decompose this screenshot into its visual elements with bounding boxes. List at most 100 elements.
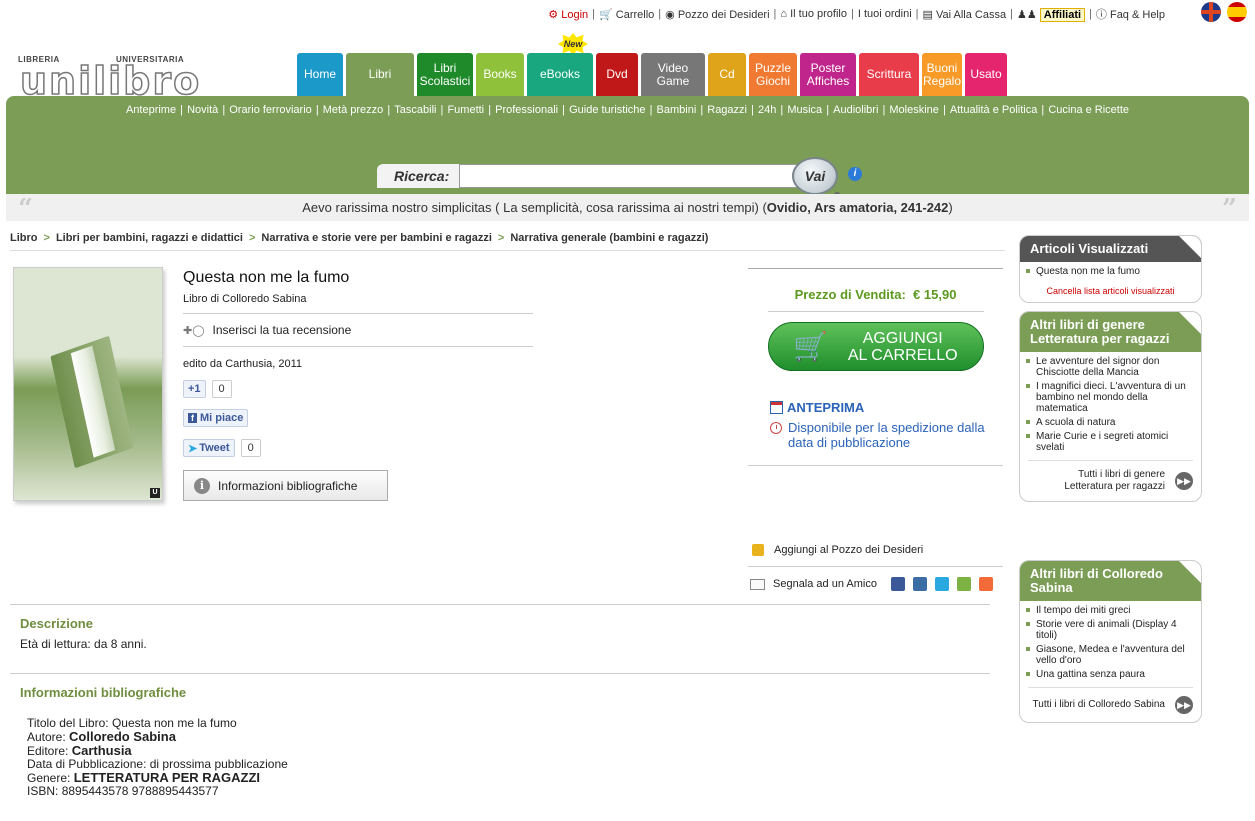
viewed-items-heading: Articoli Visualizzati <box>1020 236 1201 262</box>
publisher-line: edito da Carthusia, 2011 <box>183 358 303 370</box>
google-share-icon[interactable] <box>956 577 971 591</box>
book-cover[interactable]: U <box>13 267 163 501</box>
breadcrumb-narrativa-storie[interactable]: Narrativa e storie vere per bambini e ra… <box>261 232 492 244</box>
delicious-share-icon[interactable] <box>912 577 927 591</box>
subnav-item[interactable]: Tascabili <box>394 104 436 116</box>
subnav-item[interactable]: Orario ferroviario <box>229 104 312 116</box>
cart-add-icon: 🛒 <box>793 330 828 362</box>
subnav-separator: | <box>312 104 322 116</box>
subnav-item[interactable]: Audiolibri <box>833 104 878 116</box>
list-item[interactable]: Marie Curie e i segreti atomici svelati <box>1026 431 1193 453</box>
description-text: Età di lettura: da 8 anni. <box>20 637 147 651</box>
tab-dvd[interactable]: Dvd <box>596 53 638 96</box>
checkout-label: Vai Alla Cassa <box>936 8 1007 21</box>
subnav-item[interactable]: Metà prezzo <box>323 104 384 116</box>
subnav-item[interactable]: 24h <box>758 104 776 116</box>
list-item[interactable]: Il tempo dei miti greci <box>1026 605 1193 616</box>
tab-books[interactable]: Books <box>476 53 524 96</box>
bibliographic-info-button[interactable]: i Informazioni bibliografiche <box>183 470 388 501</box>
list-item[interactable]: Questa non me la fumo <box>1026 266 1193 277</box>
tweet-button[interactable]: ➤ Tweet <box>183 439 235 457</box>
orders-link[interactable]: I tuoi ordini <box>858 8 912 20</box>
list-item[interactable]: Giasone, Medea e l'avventura del vello d… <box>1026 644 1193 666</box>
bibl-genre-value[interactable]: LETTERATURA PER RAGAZZI <box>74 770 260 785</box>
wishlist-link[interactable]: ◉ Pozzo dei Desideri <box>665 8 769 21</box>
genre-books-heading: Altri libri di genere Letteratura per ra… <box>1020 312 1201 352</box>
search-button[interactable]: Vai <box>792 157 838 195</box>
subnav-item[interactable]: Cucina e Ricette <box>1048 104 1129 116</box>
tab-puzzle-giochi[interactable]: Puzzle Giochi <box>749 53 797 96</box>
subnav-item[interactable]: Professionali <box>495 104 558 116</box>
info-icon[interactable]: i <box>848 167 862 181</box>
subnav-item[interactable]: Moleskine <box>889 104 939 116</box>
list-item[interactable]: A scuola di natura <box>1026 417 1193 428</box>
tab-cd[interactable]: Cd <box>708 53 746 96</box>
more-share-icon[interactable] <box>978 577 993 591</box>
faq-link[interactable]: ⓘ Faq & Help <box>1096 6 1165 22</box>
bibl-author-label: Autore: <box>27 730 70 744</box>
tab-poster-affiches[interactable]: Poster Affiches <box>800 53 856 96</box>
preview-link[interactable]: ANTEPRIMA <box>770 400 864 415</box>
affiliati-label: Affiliati <box>1039 7 1086 22</box>
tab-buoni-regalo[interactable]: Buoni Regalo <box>922 53 962 96</box>
author-books-list: Il tempo dei miti greci Storie vere di a… <box>1020 601 1201 687</box>
tab-ebooks[interactable]: eBooks <box>527 53 593 96</box>
login-link[interactable]: ⚙ Login <box>548 8 588 21</box>
list-item[interactable]: Una gattina senza paura <box>1026 669 1193 680</box>
top-utility-bar: ⚙ Login | 🛒 Carrello | ◉ Pozzo dei Desid… <box>548 6 1165 22</box>
breadcrumb-bambini[interactable]: Libri per bambini, ragazzi e didattici <box>56 232 243 244</box>
add-to-wishlist-link[interactable]: Aggiungi al Pozzo dei Desideri <box>752 544 923 556</box>
subnav-item[interactable]: Fumetti <box>447 104 484 116</box>
unilibro-logo[interactable]: LIBRERIA UNIVERSITARIA unilibro <box>18 55 200 104</box>
subnav-item[interactable]: Bambini <box>657 104 697 116</box>
share-with-friend-link[interactable]: Segnala ad un Amico <box>773 578 877 590</box>
twitter-share-icon[interactable] <box>934 577 949 591</box>
all-author-books-link[interactable]: Tutti i libri di Colloredo Sabina ▶▶ <box>1028 687 1193 722</box>
gplus-button[interactable]: +1 <box>183 380 206 398</box>
clear-viewed-link[interactable]: Cancella lista articoli visualizzati <box>1020 284 1201 302</box>
facebook-icon: f <box>188 413 197 423</box>
genre-books-box: Altri libri di genere Letteratura per ra… <box>1019 311 1202 502</box>
subnav-item[interactable]: Guide turistiche <box>569 104 645 116</box>
bibl-author-value[interactable]: Colloredo Sabina <box>69 729 176 744</box>
tab-video-game[interactable]: Video Game <box>641 53 705 96</box>
review-link[interactable]: ✚◯ Inserisci la tua recensione <box>183 323 351 337</box>
list-item[interactable]: I magnifici dieci. L'avventura di un bam… <box>1026 381 1193 414</box>
subnav-item[interactable]: Novità <box>187 104 218 116</box>
tab-usato[interactable]: Usato <box>965 53 1007 96</box>
uk-flag-icon[interactable] <box>1201 2 1221 22</box>
subnav-item[interactable]: Anteprime <box>126 104 176 116</box>
forward-arrow-icon: ▶▶ <box>1175 696 1193 714</box>
tab-libri[interactable]: Libri <box>346 53 414 96</box>
search-input[interactable] <box>459 164 799 188</box>
add-to-cart-button[interactable]: 🛒 AGGIUNGI AL CARRELLO <box>768 322 984 371</box>
breadcrumb-narrativa-generale[interactable]: Narrativa generale (bambini e ragazzi) <box>510 232 708 244</box>
facebook-share-icon[interactable] <box>890 577 905 591</box>
subnav-item[interactable]: Ragazzi <box>707 104 747 116</box>
spain-flag-icon[interactable] <box>1227 2 1247 22</box>
subnav-separator: | <box>384 104 394 116</box>
list-item[interactable]: Storie vere di animali (Display 4 titoli… <box>1026 619 1193 641</box>
tab-scrittura[interactable]: Scrittura <box>859 53 919 96</box>
checkout-link[interactable]: ▤ Vai Alla Cassa <box>923 8 1007 21</box>
bibl-publisher-value[interactable]: Carthusia <box>72 743 132 758</box>
subnav-item[interactable]: Musica <box>787 104 822 116</box>
affiliati-link[interactable]: ♟♟ Affiliati <box>1017 7 1086 22</box>
all-author-books-label: Tutti i libri di Colloredo Sabina <box>1032 699 1165 710</box>
facebook-like-button[interactable]: f Mi piace <box>183 409 249 427</box>
tab-home[interactable]: Home <box>297 53 343 96</box>
subnav-item[interactable]: Attualità e Politica <box>950 104 1037 116</box>
subnav-separator: | <box>646 104 656 116</box>
book-author[interactable]: Libro di Colloredo Sabina <box>183 293 307 305</box>
profile-link[interactable]: ⌂ Il tuo profilo <box>780 8 847 20</box>
wish-icon: ◉ <box>665 8 675 21</box>
divider <box>748 465 1003 466</box>
subnav-separator: | <box>879 104 889 116</box>
cart-link[interactable]: 🛒 Carrello <box>599 8 654 21</box>
breadcrumb-libro[interactable]: Libro <box>10 232 38 244</box>
tab-libri-scolastici[interactable]: Libri Scolastici <box>417 53 473 96</box>
subnav-separator: | <box>219 104 229 116</box>
bibl-genre-row: Genere: LETTERATURA PER RAGAZZI <box>27 771 288 785</box>
list-item[interactable]: Le avventure del signor don Chisciotte d… <box>1026 356 1193 378</box>
all-genre-books-link[interactable]: Tutti i libri di genere Letteratura per … <box>1028 460 1193 501</box>
